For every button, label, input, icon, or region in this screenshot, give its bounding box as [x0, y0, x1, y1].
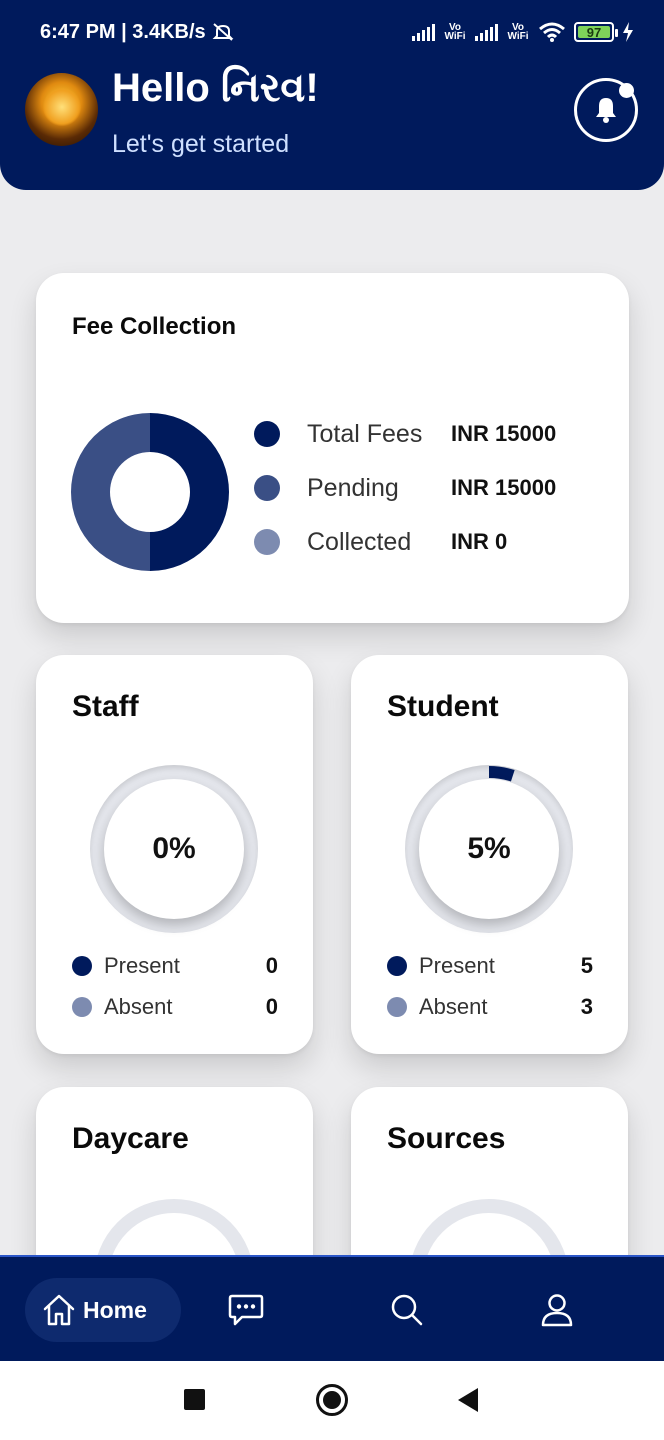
staff-card[interactable]: Staff 0% Present 0 Absent 0	[36, 655, 313, 1054]
absent-dot	[72, 997, 92, 1017]
student-present-label: Present	[419, 953, 495, 978]
staff-title: Staff	[72, 690, 139, 723]
legend-value-collected: INR 0	[451, 529, 508, 554]
notification-button[interactable]	[574, 78, 638, 142]
battery-level: 97	[586, 24, 602, 40]
student-absent-value: 3	[580, 994, 593, 1019]
present-dot	[72, 956, 92, 976]
staff-percent: 0%	[104, 779, 244, 919]
staff-absent-row: Absent 0	[72, 993, 278, 1021]
staff-absent-value: 0	[265, 994, 278, 1019]
fee-collection-card[interactable]: Fee Collection Total Fees INR 15000 Pend…	[36, 273, 629, 623]
absent-dot	[387, 997, 407, 1017]
student-absent-row: Absent 3	[387, 993, 593, 1021]
recent-apps-icon[interactable]	[184, 1389, 205, 1410]
staff-present-value: 0	[265, 953, 278, 978]
donut-slice-total-fees	[150, 413, 229, 571]
donut-slice-pending	[71, 413, 150, 571]
app-header: 6:47 PM | 3.4KB/s Vo WiFi Vo WiFi 97 Hel…	[0, 0, 664, 190]
system-navigation-bar	[0, 1361, 664, 1440]
daycare-title: Daycare	[72, 1122, 189, 1155]
legend-label-collected: Collected	[307, 527, 412, 556]
legend-value-total: INR 15000	[451, 421, 557, 446]
progress-arc	[488, 766, 515, 782]
legend-dot-pending	[254, 475, 280, 501]
staff-absent-label: Absent	[104, 994, 173, 1019]
home-icon	[43, 1294, 75, 1326]
legend-collected: Collected INR 0	[254, 527, 507, 557]
legend-label-total: Total Fees	[307, 419, 423, 448]
signal-icon	[412, 23, 435, 41]
legend-dot-collected	[254, 529, 280, 555]
chat-icon[interactable]	[228, 1293, 264, 1327]
legend-dot-total	[254, 421, 280, 447]
search-icon[interactable]	[390, 1293, 424, 1327]
profile-icon[interactable]	[540, 1293, 574, 1327]
student-present-row: Present 5	[387, 952, 593, 980]
back-icon[interactable]	[458, 1388, 478, 1412]
status-bar: 6:47 PM | 3.4KB/s Vo WiFi Vo WiFi 97	[40, 18, 634, 46]
home-system-icon[interactable]	[316, 1384, 348, 1416]
staff-present-label: Present	[104, 953, 180, 978]
greeting-title: Hello નિરવ!	[112, 66, 319, 110]
student-absent-label: Absent	[419, 994, 488, 1019]
bottom-navigation: Home	[0, 1255, 664, 1361]
avatar[interactable]	[25, 73, 98, 146]
battery-icon: 97	[574, 22, 618, 42]
vowifi-label-2: Vo WiFi	[507, 22, 529, 42]
bell-icon	[596, 98, 616, 123]
student-card[interactable]: Student 5% Present 5 Absent 3	[351, 655, 628, 1054]
student-progress-ring: 5%	[405, 765, 573, 933]
legend-pending: Pending INR 15000	[254, 473, 556, 503]
legend-value-pending: INR 15000	[451, 475, 557, 500]
nav-home-label: Home	[83, 1296, 147, 1323]
mute-notification-icon	[212, 23, 234, 41]
present-dot	[387, 956, 407, 976]
student-title: Student	[387, 690, 499, 723]
student-present-value: 5	[580, 953, 593, 978]
status-time-speed: 6:47 PM | 3.4KB/s	[40, 20, 206, 43]
legend-label-pending: Pending	[307, 473, 399, 502]
fee-collection-title: Fee Collection	[72, 313, 237, 340]
sources-title: Sources	[387, 1122, 506, 1155]
notification-dot	[619, 83, 634, 98]
staff-present-row: Present 0	[72, 952, 278, 980]
student-percent: 5%	[419, 779, 559, 919]
staff-progress-ring: 0%	[90, 765, 258, 933]
charging-icon	[623, 22, 633, 42]
vowifi-label: Vo WiFi	[444, 22, 466, 42]
nav-home-tab[interactable]: Home	[25, 1278, 181, 1342]
signal-icon-2	[475, 23, 498, 41]
wifi-icon	[539, 22, 565, 42]
fee-donut-chart	[71, 413, 229, 571]
legend-total-fees: Total Fees INR 15000	[254, 419, 556, 449]
greeting-subtitle: Let's get started	[112, 130, 290, 158]
